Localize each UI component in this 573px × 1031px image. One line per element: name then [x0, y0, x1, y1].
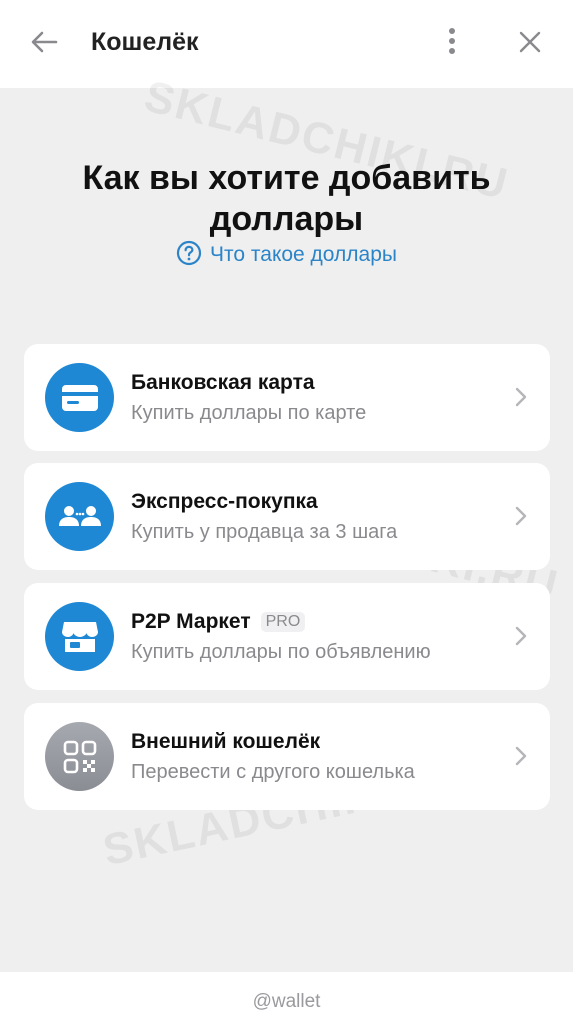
chevron-right-icon: [515, 387, 527, 407]
more-vertical-icon: [449, 28, 455, 54]
option-title-text: P2P Маркет: [131, 610, 251, 633]
option-subtitle: Купить доллары по объявлению: [131, 641, 431, 663]
option-title: P2P Маркет PRO: [131, 610, 306, 634]
more-options-button[interactable]: [440, 26, 464, 58]
top-bar: Кошелёк: [0, 0, 573, 88]
option-title: Внешний кошелёк: [131, 730, 321, 753]
chevron-right-icon: [515, 626, 527, 646]
arrow-left-icon: [31, 31, 58, 53]
what-are-dollars-link[interactable]: Что такое доллары: [0, 240, 573, 267]
option-title: Экспресс-покупка: [131, 490, 318, 513]
close-button[interactable]: [514, 26, 546, 58]
credit-card-icon: [45, 363, 114, 432]
option-subtitle: Купить доллары по карте: [131, 402, 367, 424]
option-bank-card[interactable]: Банковская карта Купить доллары по карте: [24, 344, 550, 451]
storefront-icon: [45, 602, 114, 671]
heading-line-1: Как вы хотите добавить: [82, 159, 491, 197]
two-users-icon: [45, 482, 114, 551]
option-external-wallet[interactable]: Внешний кошелёк Перевести с другого коше…: [24, 703, 550, 810]
content-area: SKLADCHIKI.RU SKLADCHIKI.RU SKLADCHIKI.R…: [0, 72, 573, 972]
help-link-label: Что такое доллары: [209, 243, 397, 266]
back-button[interactable]: [28, 26, 62, 58]
chevron-right-icon: [515, 746, 527, 766]
option-subtitle: Перевести с другого кошелька: [131, 761, 415, 783]
close-icon: [519, 31, 541, 53]
option-title: Банковская карта: [131, 371, 315, 394]
option-express-purchase[interactable]: Экспресс-покупка Купить у продавца за 3 …: [24, 463, 550, 570]
heading-line-2: доллары: [209, 200, 364, 238]
pro-badge: PRO: [260, 612, 306, 632]
option-p2p-market[interactable]: P2P Маркет PRO Купить доллары по объявлен…: [24, 583, 550, 690]
page-title: Кошелёк: [91, 28, 199, 56]
qr-code-icon: [45, 722, 114, 791]
option-subtitle: Купить у продавца за 3 шага: [131, 521, 398, 543]
page-heading: Как вы хотите добавить доллары: [0, 158, 573, 240]
bot-handle-footer: @wallet: [0, 972, 573, 1031]
question-circle-icon: [176, 240, 202, 266]
chevron-right-icon: [515, 506, 527, 526]
